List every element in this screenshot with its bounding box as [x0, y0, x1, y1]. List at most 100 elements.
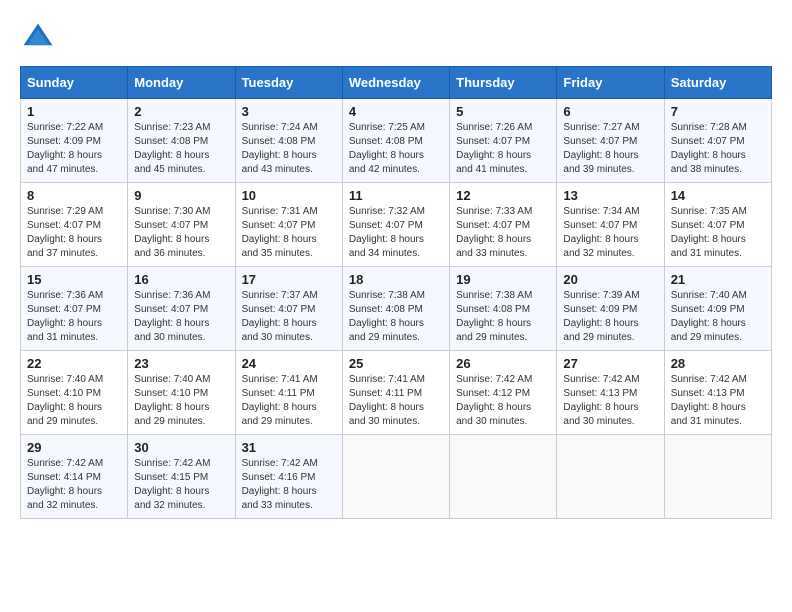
calendar-cell: 15 Sunrise: 7:36 AM Sunset: 4:07 PM Dayli… [21, 267, 128, 351]
calendar-cell: 22 Sunrise: 7:40 AM Sunset: 4:10 PM Dayli… [21, 351, 128, 435]
day-number: 22 [27, 356, 121, 371]
day-number: 12 [456, 188, 550, 203]
day-info: Sunrise: 7:37 AM Sunset: 4:07 PM Dayligh… [242, 289, 336, 345]
calendar-table: SundayMondayTuesdayWednesdayThursdayFrid… [20, 66, 772, 519]
day-info: Sunrise: 7:25 AM Sunset: 4:08 PM Dayligh… [349, 121, 443, 177]
day-number: 29 [27, 440, 121, 455]
calendar-cell: 25 Sunrise: 7:41 AM Sunset: 4:11 PM Dayli… [342, 351, 449, 435]
calendar-cell: 16 Sunrise: 7:36 AM Sunset: 4:07 PM Dayli… [128, 267, 235, 351]
day-number: 23 [134, 356, 228, 371]
calendar-cell: 13 Sunrise: 7:34 AM Sunset: 4:07 PM Dayli… [557, 183, 664, 267]
day-number: 6 [563, 104, 657, 119]
day-info: Sunrise: 7:26 AM Sunset: 4:07 PM Dayligh… [456, 121, 550, 177]
day-number: 15 [27, 272, 121, 287]
calendar-week-row: 15 Sunrise: 7:36 AM Sunset: 4:07 PM Dayli… [21, 267, 772, 351]
day-info: Sunrise: 7:42 AM Sunset: 4:14 PM Dayligh… [27, 457, 121, 513]
day-info: Sunrise: 7:34 AM Sunset: 4:07 PM Dayligh… [563, 205, 657, 261]
calendar-cell: 28Sunrise: 7:42 AM Sunset: 4:13 PM Dayli… [664, 351, 771, 435]
calendar-cell: 10Sunrise: 7:31 AM Sunset: 4:07 PM Dayli… [235, 183, 342, 267]
calendar-cell [342, 435, 449, 519]
day-info: Sunrise: 7:29 AM Sunset: 4:07 PM Dayligh… [27, 205, 121, 261]
calendar-cell: 14Sunrise: 7:35 AM Sunset: 4:07 PM Dayli… [664, 183, 771, 267]
day-info: Sunrise: 7:42 AM Sunset: 4:16 PM Dayligh… [242, 457, 336, 513]
weekday-header-saturday: Saturday [664, 67, 771, 99]
calendar-cell: 17 Sunrise: 7:37 AM Sunset: 4:07 PM Dayli… [235, 267, 342, 351]
calendar-cell: 23Sunrise: 7:40 AM Sunset: 4:10 PM Dayli… [128, 351, 235, 435]
day-number: 19 [456, 272, 550, 287]
calendar-cell: 24 Sunrise: 7:41 AM Sunset: 4:11 PM Dayli… [235, 351, 342, 435]
day-info: Sunrise: 7:23 AM Sunset: 4:08 PM Dayligh… [134, 121, 228, 177]
calendar-cell: 19 Sunrise: 7:38 AM Sunset: 4:08 PM Dayli… [450, 267, 557, 351]
calendar-cell: 7Sunrise: 7:28 AM Sunset: 4:07 PM Daylig… [664, 99, 771, 183]
day-number: 7 [671, 104, 765, 119]
day-info: Sunrise: 7:42 AM Sunset: 4:13 PM Dayligh… [563, 373, 657, 429]
calendar-cell: 31 Sunrise: 7:42 AM Sunset: 4:16 PM Dayli… [235, 435, 342, 519]
day-number: 25 [349, 356, 443, 371]
weekday-header-wednesday: Wednesday [342, 67, 449, 99]
day-info: Sunrise: 7:38 AM Sunset: 4:08 PM Dayligh… [349, 289, 443, 345]
calendar-cell [557, 435, 664, 519]
day-number: 28 [671, 356, 765, 371]
day-number: 30 [134, 440, 228, 455]
day-number: 3 [242, 104, 336, 119]
weekday-header-tuesday: Tuesday [235, 67, 342, 99]
day-number: 20 [563, 272, 657, 287]
calendar-cell: 8 Sunrise: 7:29 AM Sunset: 4:07 PM Daylig… [21, 183, 128, 267]
day-number: 13 [563, 188, 657, 203]
day-number: 1 [27, 104, 121, 119]
day-number: 4 [349, 104, 443, 119]
day-info: Sunrise: 7:42 AM Sunset: 4:15 PM Dayligh… [134, 457, 228, 513]
calendar-cell: 29 Sunrise: 7:42 AM Sunset: 4:14 PM Dayli… [21, 435, 128, 519]
calendar-cell: 9Sunrise: 7:30 AM Sunset: 4:07 PM Daylig… [128, 183, 235, 267]
day-number: 11 [349, 188, 443, 203]
day-info: Sunrise: 7:36 AM Sunset: 4:07 PM Dayligh… [134, 289, 228, 345]
day-number: 26 [456, 356, 550, 371]
weekday-header-sunday: Sunday [21, 67, 128, 99]
calendar-cell: 12 Sunrise: 7:33 AM Sunset: 4:07 PM Dayli… [450, 183, 557, 267]
calendar-cell: 18 Sunrise: 7:38 AM Sunset: 4:08 PM Dayli… [342, 267, 449, 351]
calendar-cell: 1Sunrise: 7:22 AM Sunset: 4:09 PM Daylig… [21, 99, 128, 183]
calendar-week-row: 22 Sunrise: 7:40 AM Sunset: 4:10 PM Dayli… [21, 351, 772, 435]
calendar-cell [450, 435, 557, 519]
calendar-cell: 2 Sunrise: 7:23 AM Sunset: 4:08 PM Daylig… [128, 99, 235, 183]
day-number: 27 [563, 356, 657, 371]
day-info: Sunrise: 7:33 AM Sunset: 4:07 PM Dayligh… [456, 205, 550, 261]
calendar-cell: 30 Sunrise: 7:42 AM Sunset: 4:15 PM Dayli… [128, 435, 235, 519]
day-number: 2 [134, 104, 228, 119]
calendar-cell: 4 Sunrise: 7:25 AM Sunset: 4:08 PM Daylig… [342, 99, 449, 183]
day-info: Sunrise: 7:38 AM Sunset: 4:08 PM Dayligh… [456, 289, 550, 345]
day-number: 24 [242, 356, 336, 371]
day-number: 21 [671, 272, 765, 287]
day-info: Sunrise: 7:27 AM Sunset: 4:07 PM Dayligh… [563, 121, 657, 177]
page-header [20, 20, 772, 56]
day-number: 5 [456, 104, 550, 119]
calendar-week-row: 8 Sunrise: 7:29 AM Sunset: 4:07 PM Daylig… [21, 183, 772, 267]
weekday-header-thursday: Thursday [450, 67, 557, 99]
day-number: 8 [27, 188, 121, 203]
day-info: Sunrise: 7:39 AM Sunset: 4:09 PM Dayligh… [563, 289, 657, 345]
calendar-cell [664, 435, 771, 519]
day-info: Sunrise: 7:40 AM Sunset: 4:10 PM Dayligh… [27, 373, 121, 429]
day-number: 9 [134, 188, 228, 203]
calendar-week-row: 1Sunrise: 7:22 AM Sunset: 4:09 PM Daylig… [21, 99, 772, 183]
calendar-cell: 6 Sunrise: 7:27 AM Sunset: 4:07 PM Daylig… [557, 99, 664, 183]
day-number: 10 [242, 188, 336, 203]
calendar-cell: 3 Sunrise: 7:24 AM Sunset: 4:08 PM Daylig… [235, 99, 342, 183]
calendar-week-row: 29 Sunrise: 7:42 AM Sunset: 4:14 PM Dayli… [21, 435, 772, 519]
logo [20, 20, 60, 56]
calendar-cell: 5 Sunrise: 7:26 AM Sunset: 4:07 PM Daylig… [450, 99, 557, 183]
day-number: 31 [242, 440, 336, 455]
logo-icon [20, 20, 56, 56]
day-info: Sunrise: 7:32 AM Sunset: 4:07 PM Dayligh… [349, 205, 443, 261]
day-info: Sunrise: 7:24 AM Sunset: 4:08 PM Dayligh… [242, 121, 336, 177]
day-number: 14 [671, 188, 765, 203]
day-number: 18 [349, 272, 443, 287]
day-number: 17 [242, 272, 336, 287]
weekday-header-monday: Monday [128, 67, 235, 99]
weekday-header-row: SundayMondayTuesdayWednesdayThursdayFrid… [21, 67, 772, 99]
day-info: Sunrise: 7:36 AM Sunset: 4:07 PM Dayligh… [27, 289, 121, 345]
day-info: Sunrise: 7:41 AM Sunset: 4:11 PM Dayligh… [349, 373, 443, 429]
day-number: 16 [134, 272, 228, 287]
calendar-cell: 21Sunrise: 7:40 AM Sunset: 4:09 PM Dayli… [664, 267, 771, 351]
day-info: Sunrise: 7:41 AM Sunset: 4:11 PM Dayligh… [242, 373, 336, 429]
